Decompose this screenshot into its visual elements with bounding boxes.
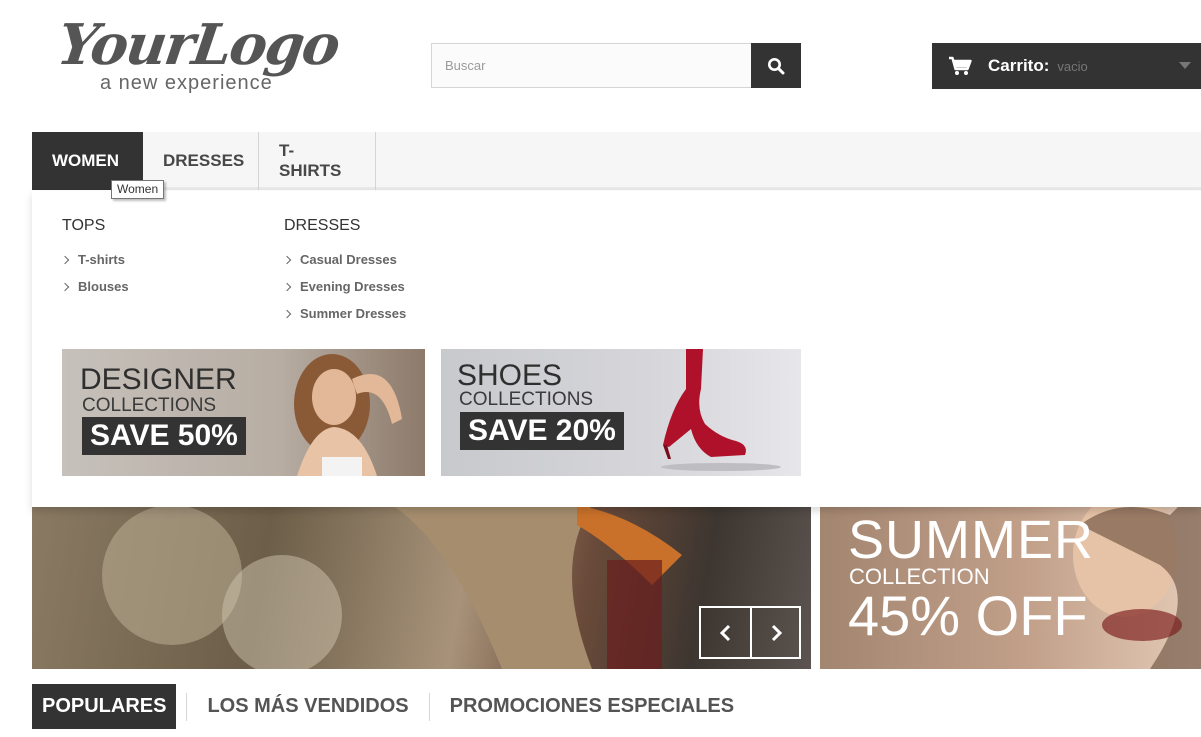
- tab-mas-vendidos[interactable]: LOS MÁS VENDIDOS: [197, 684, 418, 729]
- banner-subtitle: COLLECTIONS: [82, 395, 217, 416]
- menu-link-casual-dresses[interactable]: Casual Dresses: [282, 246, 406, 273]
- menu-link-label: Evening Dresses: [300, 279, 405, 294]
- hero-slide-image: [102, 505, 682, 669]
- search-bar: [431, 43, 801, 88]
- nav-item-tshirts[interactable]: T-SHIRTS: [259, 132, 376, 190]
- logo-wordmark: YourLogo: [53, 12, 343, 78]
- shoe-photo: [661, 349, 781, 471]
- menu-link-evening-dresses[interactable]: Evening Dresses: [282, 273, 406, 300]
- menu-link-label: Summer Dresses: [300, 306, 407, 321]
- slider-controls: [699, 606, 801, 659]
- logo-tagline: a new experience: [100, 72, 273, 94]
- slider-next-button[interactable]: [750, 608, 799, 657]
- chevron-right-icon: [60, 255, 70, 264]
- chevron-right-icon: [282, 255, 292, 264]
- summer-collection-banner[interactable]: SUMMER COLLECTION 45% OFF: [820, 505, 1201, 669]
- women-dropdown-menu: TOPS T-shirts Blouses DRESSES Casual Dre…: [32, 191, 1201, 507]
- tab-divider: [186, 692, 188, 721]
- site-logo[interactable]: YourLogo a new experience: [53, 12, 348, 98]
- cart-button[interactable]: Carrito: vacio: [932, 43, 1201, 89]
- menu-column-tops: TOPS T-shirts Blouses: [60, 217, 129, 300]
- model-photo: [294, 354, 402, 476]
- banner-title: SHOES: [457, 359, 563, 392]
- cart-icon: [949, 56, 972, 75]
- menu-column-title[interactable]: TOPS: [62, 217, 129, 235]
- menu-link-blouses[interactable]: Blouses: [60, 273, 129, 300]
- nav-tooltip: Women: [111, 180, 165, 199]
- menu-column-title[interactable]: DRESSES: [284, 217, 406, 235]
- banner-title: DESIGNER: [80, 363, 237, 396]
- designer-collections-banner[interactable]: DESIGNER COLLECTIONS SAVE 50%: [62, 349, 425, 476]
- tab-populares[interactable]: POPULARES: [32, 684, 177, 729]
- menu-link-tshirts[interactable]: T-shirts: [60, 246, 129, 273]
- chevron-right-icon: [60, 282, 70, 291]
- tab-promociones[interactable]: PROMOCIONES ESPECIALES: [440, 684, 745, 729]
- tab-divider: [428, 692, 430, 721]
- chevron-right-icon: [282, 309, 292, 318]
- product-tabs: POPULARES LOS MÁS VENDIDOS PROMOCIONES E…: [32, 684, 744, 729]
- menu-link-label: T-shirts: [78, 252, 125, 267]
- chevron-right-icon: [771, 624, 782, 641]
- promo-discount: 45% OFF: [848, 584, 1088, 647]
- promo-title: SUMMER: [848, 510, 1094, 570]
- search-button[interactable]: [751, 43, 801, 88]
- chevron-down-icon: [1179, 62, 1191, 69]
- hero-slider: [32, 505, 811, 669]
- chevron-left-icon: [719, 624, 730, 641]
- cart-label: Carrito:: [988, 56, 1050, 75]
- banner-discount: SAVE 20%: [460, 412, 624, 450]
- menu-column-dresses: DRESSES Casual Dresses Evening Dresses S…: [282, 217, 407, 327]
- menu-link-label: Blouses: [78, 279, 129, 294]
- shoes-collections-banner[interactable]: SHOES COLLECTIONS SAVE 20%: [441, 349, 801, 476]
- menu-link-label: Casual Dresses: [300, 252, 397, 267]
- search-input[interactable]: [431, 43, 751, 88]
- menu-link-summer-dresses[interactable]: Summer Dresses: [282, 300, 407, 327]
- main-nav: WOMEN DRESSES T-SHIRTS: [32, 132, 1201, 190]
- search-icon: [768, 57, 785, 74]
- banner-subtitle: COLLECTIONS: [459, 389, 594, 410]
- banner-discount: SAVE 50%: [82, 417, 246, 455]
- chevron-right-icon: [282, 282, 292, 291]
- slider-prev-button[interactable]: [701, 608, 750, 657]
- cart-status: vacio: [1057, 58, 1088, 74]
